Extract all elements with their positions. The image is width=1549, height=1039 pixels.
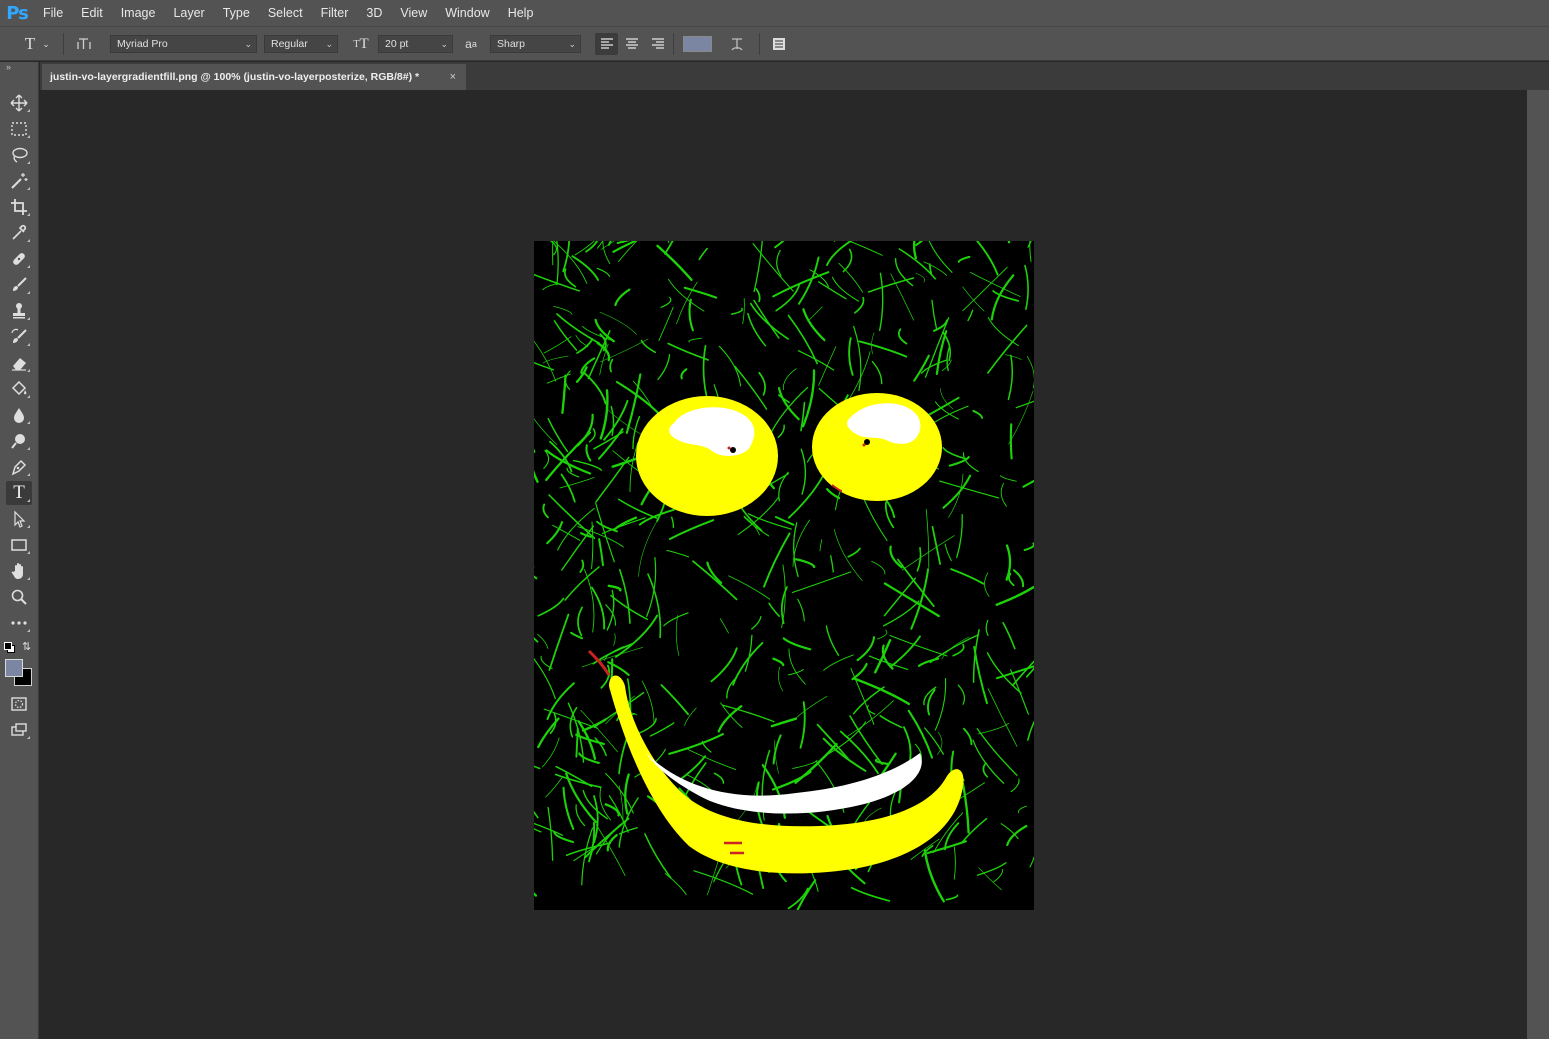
zoom-icon[interactable] <box>6 585 32 609</box>
tool-preset-type-icon[interactable]: T <box>20 34 40 54</box>
quick-mask-icon[interactable] <box>6 692 32 716</box>
magic-wand-icon[interactable] <box>6 169 32 193</box>
chevron-down-icon: ⌄ <box>440 39 448 49</box>
menu-window[interactable]: Window <box>436 0 498 26</box>
tools-panel: » T ⇅ <box>0 62 39 1039</box>
document-tab-title: justin-vo-layergradientfill.png @ 100% (… <box>50 71 420 83</box>
character-panel-icon[interactable] <box>769 34 789 54</box>
align-left-icon[interactable] <box>595 33 618 55</box>
divider <box>63 33 64 55</box>
hand-icon[interactable] <box>6 559 32 583</box>
healing-brush-icon[interactable] <box>6 247 32 271</box>
chevron-down-icon: ⌄ <box>325 39 333 49</box>
paint-bucket-icon[interactable] <box>6 377 32 401</box>
document-tab[interactable]: justin-vo-layergradientfill.png @ 100% (… <box>42 64 466 90</box>
eyedropper-icon[interactable] <box>6 221 32 245</box>
posterized-image <box>534 241 1034 910</box>
right-panel-strip <box>1527 90 1549 1039</box>
move-icon[interactable] <box>6 91 32 115</box>
blur-icon[interactable] <box>6 403 32 427</box>
history-brush-icon[interactable] <box>6 325 32 349</box>
left-orange <box>636 396 778 516</box>
antialias-icon: aa <box>465 37 477 51</box>
document-tab-bar: justin-vo-layergradientfill.png @ 100% (… <box>40 62 1549 90</box>
menu-image[interactable]: Image <box>112 0 165 26</box>
tool-preset-chevron-icon[interactable]: ⌄ <box>40 34 52 54</box>
divider <box>759 33 760 55</box>
right-orange <box>812 393 942 501</box>
crop-icon[interactable] <box>6 195 32 219</box>
menu-3d[interactable]: 3D <box>357 0 391 26</box>
marquee-icon[interactable] <box>6 117 32 141</box>
rectangle-icon[interactable] <box>6 533 32 557</box>
clone-stamp-icon[interactable] <box>6 299 32 323</box>
type-icon[interactable]: T <box>6 481 32 505</box>
brush-icon[interactable] <box>6 273 32 297</box>
menu-filter[interactable]: Filter <box>312 0 358 26</box>
text-color-swatch[interactable] <box>683 36 712 52</box>
chevron-down-icon: ⌄ <box>244 39 252 49</box>
foreground-color-swatch[interactable] <box>5 659 23 677</box>
menu-bar: Ps File Edit Image Layer Type Select Fil… <box>0 0 1549 26</box>
menu-layer[interactable]: Layer <box>164 0 213 26</box>
default-colors-icon[interactable] <box>4 642 15 653</box>
dodge-icon[interactable] <box>6 429 32 453</box>
divider <box>673 33 674 55</box>
menu-select[interactable]: Select <box>259 0 312 26</box>
menu-edit[interactable]: Edit <box>72 0 112 26</box>
lasso-icon[interactable] <box>6 143 32 167</box>
eraser-icon[interactable] <box>6 351 32 375</box>
font-size-select[interactable]: 20 pt ⌄ <box>378 35 453 53</box>
font-size-icon: TT <box>353 35 369 52</box>
align-center-icon[interactable] <box>622 34 642 54</box>
chevron-down-icon: ⌄ <box>568 39 576 49</box>
align-right-icon[interactable] <box>648 34 668 54</box>
menu-file[interactable]: File <box>34 0 72 26</box>
menu-help[interactable]: Help <box>499 0 543 26</box>
menu-type[interactable]: Type <box>214 0 259 26</box>
screen-mode-icon[interactable] <box>6 718 32 742</box>
pen-icon[interactable] <box>6 455 32 479</box>
menu-view[interactable]: View <box>391 0 436 26</box>
warp-text-icon[interactable] <box>727 34 747 54</box>
close-icon[interactable]: × <box>450 64 456 90</box>
antialias-select[interactable]: Sharp ⌄ <box>490 35 581 53</box>
swap-colors-icon[interactable]: ⇅ <box>22 640 31 653</box>
path-selection-icon[interactable] <box>6 507 32 531</box>
document-canvas[interactable] <box>534 241 1034 910</box>
more-tools-icon[interactable] <box>6 611 32 635</box>
photoshop-logo[interactable]: Ps <box>0 0 34 26</box>
panel-collapse-icon[interactable]: » <box>6 62 11 72</box>
text-orientation-icon[interactable] <box>74 34 94 54</box>
options-bar: T ⌄ Myriad Pro ⌄ Regular ⌄ TT 20 pt ⌄ aa Sh… <box>0 26 1549 61</box>
font-family-select[interactable]: Myriad Pro ⌄ <box>110 35 257 53</box>
font-style-select[interactable]: Regular ⌄ <box>264 35 338 53</box>
